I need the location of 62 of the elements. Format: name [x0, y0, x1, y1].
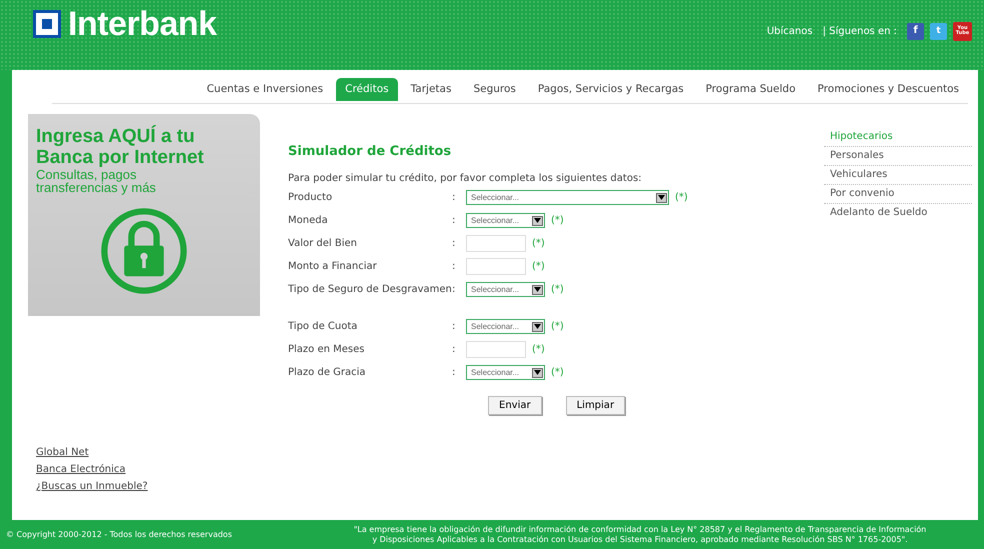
social-icon[interactable]: f — [907, 22, 924, 40]
select-field[interactable]: Seleccionar... — [466, 190, 669, 205]
legal-notice: "La empresa tiene la obligación de difundir información de conformidad con la Ley N° 28587 y el Reglamento de Transparencia de Información — [354, 524, 926, 534]
required-mark: (*) — [532, 344, 545, 355]
banner-subtitle: Consultas, pagos transferencias y más — [36, 168, 157, 194]
form-intro: Para poder simular tu crédito, por favor completa los siguientes datos: — [288, 173, 643, 184]
required-mark: (*) — [532, 238, 545, 249]
colon: : — [452, 321, 456, 332]
dropdown-arrow-icon[interactable] — [532, 216, 543, 226]
nav-tab[interactable]: Cuentas e Inversiones — [198, 78, 332, 101]
field-label: Monto a Financiar — [288, 261, 378, 272]
required-mark: (*) — [532, 261, 545, 272]
footer-link[interactable]: Global Net — [36, 447, 89, 458]
sidebar-item[interactable]: Por convenio — [824, 185, 972, 204]
footer-link[interactable]: ¿Buscas un Inmueble? — [36, 481, 148, 492]
padlock-icon — [99, 206, 189, 296]
field-label: Tipo de Seguro de Desgravamen — [288, 284, 452, 295]
nav-tab[interactable]: Seguros — [464, 78, 525, 101]
field-label: Producto — [288, 192, 334, 203]
input-field[interactable] — [466, 258, 526, 275]
dropdown-arrow-icon[interactable] — [532, 284, 543, 294]
input-field[interactable] — [466, 235, 526, 252]
colon: : — [452, 367, 456, 378]
logo-square-icon — [36, 13, 58, 35]
footer-link[interactable]: Banca Electrónica — [36, 464, 126, 475]
field-label: Moneda — [288, 215, 329, 226]
legal-notice: y Disposiciones Aplicables a la Contratación con Usuarios del Sistema Financiero, aprobado mediante Resolución SBS N° 1765-2005". — [372, 534, 908, 544]
field-label: Plazo de Gracia — [288, 367, 367, 378]
nav-tab[interactable]: Promociones y Descuentos — [808, 78, 968, 101]
colon: : — [452, 238, 456, 249]
nav-tab[interactable]: Tarjetas — [402, 78, 460, 101]
field-label: Plazo en Meses — [288, 344, 366, 355]
sidebar-item[interactable]: Adelanto de Sueldo — [824, 204, 972, 222]
select-field[interactable]: Seleccionar... — [466, 282, 545, 297]
select-field[interactable]: Seleccionar... — [466, 319, 545, 334]
nav-tab[interactable]: Programa Sueldo — [696, 78, 805, 101]
form-button[interactable]: Enviar — [488, 396, 542, 415]
required-mark: (*) — [551, 321, 564, 332]
field-label: Valor del Bien — [288, 238, 358, 249]
dropdown-arrow-icon[interactable] — [532, 368, 543, 378]
required-mark: (*) — [675, 192, 688, 203]
colon: : — [452, 215, 456, 226]
nav-tab[interactable]: Pagos, Servicios y Recargas — [528, 78, 693, 101]
colon: : — [452, 261, 456, 272]
form-button[interactable]: Limpiar — [566, 396, 626, 415]
required-mark: (*) — [551, 215, 564, 226]
input-field[interactable] — [466, 341, 526, 358]
form-title: Simulador de Créditos — [288, 144, 452, 159]
dropdown-arrow-icon[interactable] — [532, 322, 543, 332]
colon: : — [452, 192, 456, 203]
required-mark: (*) — [551, 367, 564, 378]
banner-title: Ingresa AQUÍ a tu Banca por Internet — [36, 126, 205, 168]
colon: : — [452, 284, 456, 295]
colon: : — [452, 344, 456, 355]
field-label: Tipo de Cuota — [288, 321, 358, 332]
required-mark: (*) — [551, 284, 564, 295]
dropdown-arrow-icon[interactable] — [656, 192, 667, 202]
sidebar-item[interactable]: Vehiculares — [824, 166, 972, 185]
sidebar-item[interactable]: Personales — [824, 147, 972, 166]
select-field[interactable]: Seleccionar... — [466, 213, 545, 228]
copyright: © Copyright 2000-2012 - Todos los derechos reservados — [6, 530, 233, 539]
select-field[interactable]: Seleccionar... — [466, 365, 545, 380]
